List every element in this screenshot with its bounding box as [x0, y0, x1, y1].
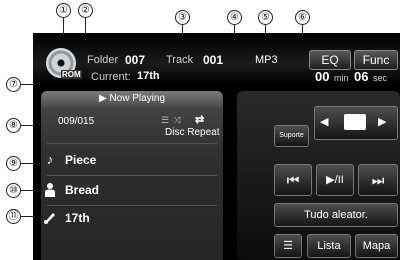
- person-icon: [43, 182, 57, 198]
- album-name: 17th: [65, 211, 90, 225]
- play-pause-button[interactable]: ▶/II: [316, 164, 354, 196]
- callout-3: ③: [175, 10, 190, 25]
- seconds-unit: sec: [373, 73, 388, 83]
- previous-track-button[interactable]: ⏮: [274, 164, 312, 196]
- callout-11: ⑪: [6, 209, 21, 224]
- now-playing-title[interactable]: ▶ Now Playing: [41, 91, 223, 107]
- callout-9: ⑨: [6, 156, 21, 171]
- callout-6: ⑥: [295, 10, 310, 25]
- repeat-mode-label: Disc Repeat: [165, 127, 220, 138]
- media-type-badge: ROM: [61, 70, 82, 79]
- repeat-icon: ⇄: [195, 114, 205, 126]
- suporte-button[interactable]: Suporte: [274, 125, 309, 147]
- callout-8: ⑧: [6, 118, 21, 133]
- album-disc-icon-svg: [44, 213, 55, 224]
- divider: [47, 175, 217, 176]
- elapsed-minutes: 00: [315, 69, 330, 84]
- current-folder-label: Current:: [91, 71, 131, 83]
- album-row: 17th: [41, 206, 223, 232]
- artist-row: Bread: [41, 178, 223, 204]
- song-row: ♪ Piece: [41, 148, 223, 174]
- track-label: Track: [166, 54, 194, 66]
- divider: [47, 143, 217, 144]
- track-counter: 009/015: [58, 116, 95, 127]
- prev-folder-button[interactable]: ◀: [320, 115, 328, 128]
- folder-number: 007: [125, 53, 146, 67]
- elapsed-seconds: 06: [354, 69, 369, 84]
- callout-7: ⑦: [6, 77, 21, 92]
- person-icon-svg: [45, 183, 55, 197]
- file-format: MP3: [255, 54, 278, 66]
- func-button[interactable]: Func: [354, 50, 398, 70]
- status-header: ROM Folder 007 Track 001 MP3 EQ Func 00 …: [33, 33, 400, 85]
- folder-label: Folder: [87, 54, 119, 66]
- list-view-button[interactable]: ☰: [274, 234, 302, 258]
- music-note-icon: ♪: [46, 152, 54, 167]
- next-track-button[interactable]: ⏭: [358, 164, 398, 196]
- current-folder-name: 17th: [137, 70, 160, 82]
- random-all-button[interactable]: Tudo aleator.: [274, 203, 398, 227]
- folder-icon: [344, 114, 366, 130]
- artist-name: Bread: [65, 183, 100, 197]
- eq-button[interactable]: EQ: [309, 50, 351, 70]
- now-playing-panel: ▶ Now Playing 009/015 ☰ ⤨ ⇄ Disc Repeat …: [41, 91, 223, 260]
- callout-2: ②: [78, 3, 93, 18]
- minutes-unit: min: [334, 73, 349, 83]
- album-disc-icon: [43, 210, 57, 226]
- mapa-button[interactable]: Mapa: [355, 234, 398, 258]
- lista-button[interactable]: Lista: [307, 234, 351, 258]
- audio-screen: ROM Folder 007 Track 001 MP3 EQ Func 00 …: [33, 33, 400, 260]
- track-number: 001: [203, 53, 224, 67]
- callout-10: ⑩: [6, 183, 21, 198]
- shuffle-list-icons: ☰ ⤨: [161, 115, 182, 125]
- song-title: Piece: [65, 153, 97, 167]
- callout-5: ⑤: [258, 10, 273, 25]
- callout-1: ①: [56, 3, 71, 18]
- callout-4: ④: [227, 10, 242, 25]
- next-folder-button[interactable]: ▶: [378, 115, 386, 128]
